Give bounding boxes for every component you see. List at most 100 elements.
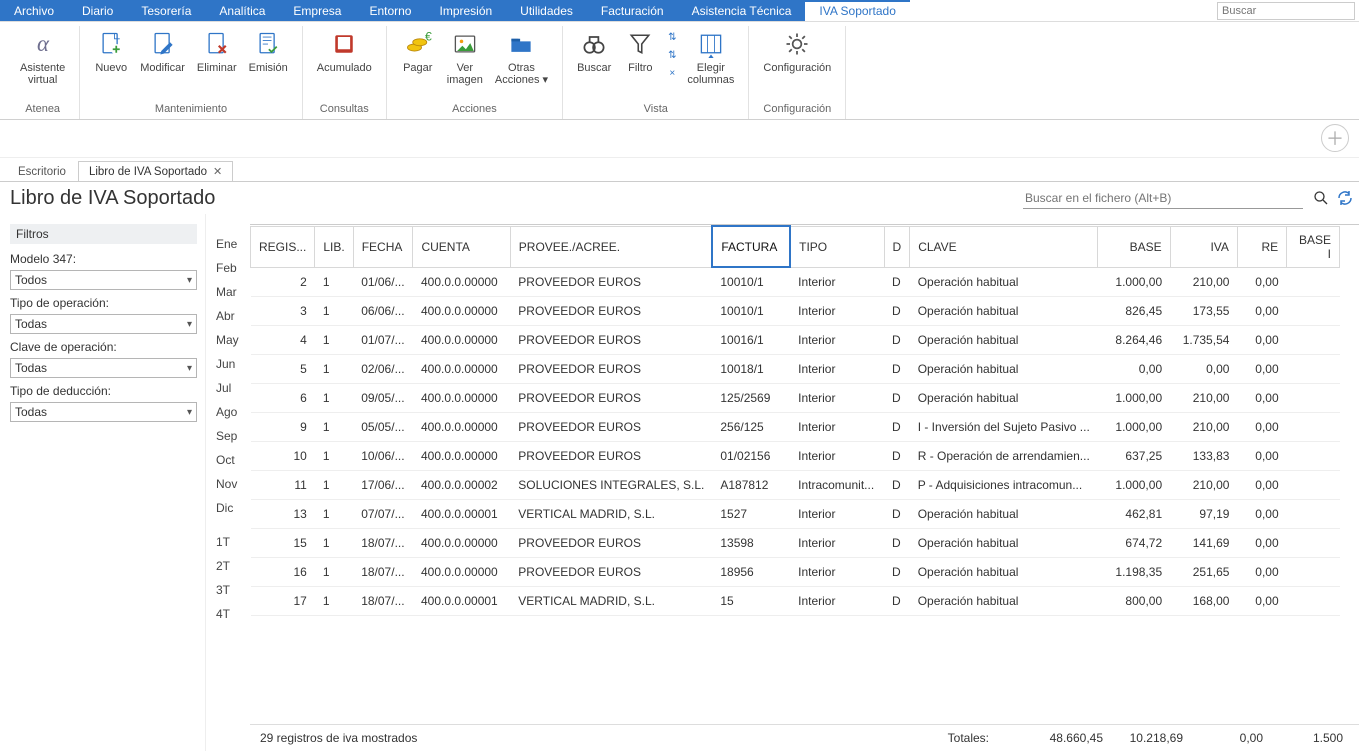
alpha-icon: α	[27, 28, 59, 60]
table-row[interactable]: 15118/07/...400.0.0.00000PROVEEDOR EUROS…	[251, 529, 1340, 558]
filter-select-0[interactable]: Todos	[10, 270, 197, 290]
menu-item-iva-soportado[interactable]: IVA Soportado	[805, 0, 910, 21]
ribbon-buscar-button[interactable]: Buscar	[571, 26, 617, 90]
period-abr[interactable]: Abr	[216, 304, 246, 328]
ribbon-emisi-n-button[interactable]: Emisión	[243, 26, 294, 90]
ribbon-button-label: Eliminar	[197, 62, 237, 88]
menu-item-tesorer-a[interactable]: Tesorería	[127, 0, 205, 21]
menu-item-empresa[interactable]: Empresa	[279, 0, 355, 21]
ribbon-button-label: Modificar	[140, 62, 185, 88]
global-search-input[interactable]	[1217, 2, 1355, 20]
ribbon-otras-button[interactable]: OtrasAcciones ▾	[489, 26, 554, 90]
menu-item-entorno[interactable]: Entorno	[355, 0, 425, 21]
ribbon-button-label: Configuración	[763, 62, 831, 88]
ribbon-group-label: Consultas	[320, 101, 369, 119]
period-mar[interactable]: Mar	[216, 280, 246, 304]
totals-label: Totales:	[948, 731, 1029, 745]
add-button[interactable]: ＋	[1321, 124, 1349, 152]
table-row[interactable]: 10110/06/...400.0.0.00000PROVEEDOR EUROS…	[251, 442, 1340, 471]
ribbon-button-label: Asistentevirtual	[20, 62, 65, 88]
search-icon[interactable]	[1313, 190, 1329, 206]
ribbon-asistente-button[interactable]: αAsistentevirtual	[14, 26, 71, 90]
gear-icon	[781, 28, 813, 60]
refresh-icon[interactable]	[1337, 190, 1353, 206]
menu-item-facturaci-n[interactable]: Facturación	[587, 0, 678, 21]
column-header-base-i[interactable]: BASE I	[1287, 226, 1340, 267]
period-jun[interactable]: Jun	[216, 352, 246, 376]
table-row[interactable]: 13107/07/...400.0.0.00001VERTICAL MADRID…	[251, 500, 1340, 529]
column-header-clave[interactable]: CLAVE	[910, 226, 1098, 267]
columns-icon	[695, 28, 727, 60]
menu-item-archivo[interactable]: Archivo	[0, 0, 68, 21]
filter-select-2[interactable]: Todas	[10, 358, 197, 378]
table-row[interactable]: 6109/05/...400.0.0.00000PROVEEDOR EUROS1…	[251, 384, 1340, 413]
table-row[interactable]: 17118/07/...400.0.0.00001VERTICAL MADRID…	[251, 587, 1340, 616]
ribbon-eliminar-button[interactable]: Eliminar	[191, 26, 243, 90]
period-sep[interactable]: Sep	[216, 424, 246, 448]
ribbon-filtro-button[interactable]: Filtro	[617, 26, 663, 90]
ribbon-acumulado-button[interactable]: Acumulado	[311, 26, 378, 90]
column-header-d[interactable]: D	[884, 226, 910, 267]
total-re: 0,00	[1189, 731, 1269, 745]
clear-sort-icon[interactable]: ×	[663, 68, 681, 84]
period-jul[interactable]: Jul	[216, 376, 246, 400]
ribbon-modificar-button[interactable]: Modificar	[134, 26, 191, 90]
column-header-fecha[interactable]: FECHA	[353, 226, 413, 267]
period-feb[interactable]: Feb	[216, 256, 246, 280]
table-row[interactable]: 9105/05/...400.0.0.00000PROVEEDOR EUROS2…	[251, 413, 1340, 442]
ribbon-button-label: Verimagen	[447, 62, 483, 88]
filter-label: Tipo de deducción:	[10, 384, 197, 398]
menu-item-asistencia-t-cnica[interactable]: Asistencia Técnica	[678, 0, 806, 21]
ribbon-elegir-columnas-button[interactable]: Elegircolumnas	[681, 26, 740, 90]
filters-panel: Filtros Modelo 347:TodosTipo de operació…	[0, 214, 206, 751]
table-row[interactable]: 2101/06/...400.0.0.00000PROVEEDOR EUROS1…	[251, 267, 1340, 297]
ribbon-group-label: Acciones	[452, 101, 497, 119]
column-header-re[interactable]: RE	[1237, 226, 1286, 267]
column-header-base[interactable]: BASE	[1098, 226, 1170, 267]
ribbon-configuraci-n-button[interactable]: Configuración	[757, 26, 837, 90]
period-dic[interactable]: Dic	[216, 496, 246, 520]
ribbon-button-label: Acumulado	[317, 62, 372, 88]
sort-desc-icon[interactable]: ⇅	[663, 50, 681, 66]
filter-select-1[interactable]: Todas	[10, 314, 197, 334]
table-row[interactable]: 4101/07/...400.0.0.00000PROVEEDOR EUROS1…	[251, 326, 1340, 355]
column-header-lib-[interactable]: LIB.	[315, 226, 353, 267]
column-header-factura[interactable]: FACTURA	[712, 226, 790, 267]
menu-item-anal-tica[interactable]: Analítica	[205, 0, 279, 21]
column-header-provee-acree-[interactable]: PROVEE./ACREE.	[510, 226, 712, 267]
close-icon[interactable]: ✕	[213, 165, 222, 178]
column-header-tipo[interactable]: TIPO	[790, 226, 884, 267]
column-header-regis-[interactable]: REGIS...	[251, 226, 315, 267]
ribbon-ver-button[interactable]: Verimagen	[441, 26, 489, 90]
sort-asc-icon[interactable]: ⇅	[663, 32, 681, 48]
doc-check-icon	[252, 28, 284, 60]
period-ene[interactable]: Ene	[216, 232, 246, 256]
column-header-cuenta[interactable]: CUENTA	[413, 226, 510, 267]
table-row[interactable]: 11117/06/...400.0.0.00002SOLUCIONES INTE…	[251, 471, 1340, 500]
ribbon: αAsistentevirtualAteneaNuevoModificarEli…	[0, 22, 1359, 120]
period-ago[interactable]: Ago	[216, 400, 246, 424]
filter-select-3[interactable]: Todas	[10, 402, 197, 422]
file-search-input[interactable]	[1023, 188, 1303, 209]
period-4t[interactable]: 4T	[216, 602, 246, 626]
data-grid[interactable]: REGIS...LIB.FECHACUENTAPROVEE./ACREE.FAC…	[250, 224, 1359, 724]
period-may[interactable]: May	[216, 328, 246, 352]
binoc-icon	[578, 28, 610, 60]
page-title: Libro de IVA Soportado	[0, 179, 215, 218]
period-1t[interactable]: 1T	[216, 530, 246, 554]
filters-header: Filtros	[10, 224, 197, 244]
period-2t[interactable]: 2T	[216, 554, 246, 578]
doc-x-icon	[201, 28, 233, 60]
menu-item-impresi-n[interactable]: Impresión	[425, 0, 506, 21]
menu-item-diario[interactable]: Diario	[68, 0, 127, 21]
column-header-iva[interactable]: IVA	[1170, 226, 1237, 267]
menu-item-utilidades[interactable]: Utilidades	[506, 0, 587, 21]
table-row[interactable]: 3106/06/...400.0.0.00000PROVEEDOR EUROS1…	[251, 297, 1340, 326]
period-oct[interactable]: Oct	[216, 448, 246, 472]
ribbon-nuevo-button[interactable]: Nuevo	[88, 26, 134, 90]
period-nov[interactable]: Nov	[216, 472, 246, 496]
table-row[interactable]: 16118/07/...400.0.0.00000PROVEEDOR EUROS…	[251, 558, 1340, 587]
ribbon-pagar-button[interactable]: €Pagar	[395, 26, 441, 90]
period-3t[interactable]: 3T	[216, 578, 246, 602]
table-row[interactable]: 5102/06/...400.0.0.00000PROVEEDOR EUROS1…	[251, 355, 1340, 384]
